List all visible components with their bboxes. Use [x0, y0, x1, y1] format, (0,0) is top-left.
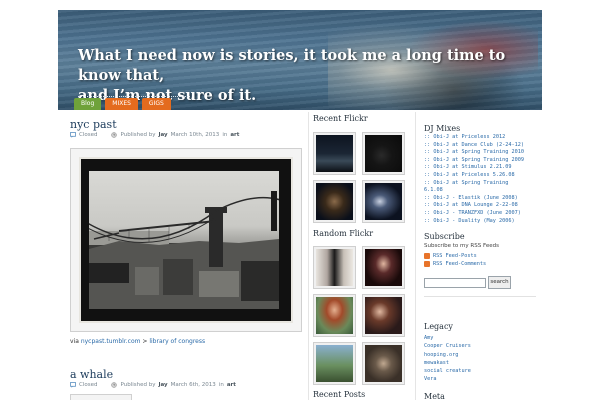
post-title-2[interactable]: a whale	[70, 368, 113, 381]
right-sidebar: DJ Mixes :: Obi-J at Priceless 2012 :: O…	[420, 112, 542, 400]
recent-flickr-heading: Recent Flickr	[313, 114, 368, 123]
dj-mix-link[interactable]: :: Obi-J - Duality (May 2006)	[424, 218, 542, 226]
dj-mixes-list: :: Obi-J at Priceless 2012 :: Obi-J at D…	[424, 134, 542, 225]
legacy-link[interactable]: social creature	[424, 367, 471, 375]
legacy-link[interactable]: Amy	[424, 334, 471, 342]
tab-gigs[interactable]: GIGS	[141, 98, 171, 110]
dj-mix-link[interactable]: :: Obi-J at Stimulus 2.21.09	[424, 164, 542, 172]
dj-mix-link[interactable]: :: Obi-J at Dance Club (2-24-12)	[424, 142, 542, 150]
dj-mix-link[interactable]: :: Obi-J at Spring Training 2009	[424, 157, 542, 165]
flickr-thumb[interactable]	[313, 294, 356, 337]
post-meta: Closed Published by Jay March 10th, 2013…	[70, 132, 239, 138]
photo-scene	[83, 171, 285, 309]
subscribe-text: Subscribe to my RSS Feeds	[424, 243, 499, 249]
bridge-drawing	[83, 191, 285, 309]
legacy-links: Amy Cooper Cruisers hooping.org mewakast…	[424, 334, 471, 384]
post-author[interactable]: Jay	[158, 132, 167, 138]
nav-tabs: Blog MIXES GIGS	[74, 98, 171, 110]
dj-mix-link[interactable]: :: Obi-J at Spring Training	[424, 180, 542, 188]
title-underline	[78, 96, 190, 97]
tab-mixes[interactable]: MIXES	[105, 98, 138, 110]
random-flickr-heading: Random Flickr	[313, 229, 374, 238]
flickr-sidebar: Recent Flickr Random Flickr Recent Posts	[308, 112, 416, 400]
flickr-thumb[interactable]	[362, 180, 405, 223]
post-date: March 6th, 2013	[170, 382, 216, 388]
dj-mix-link[interactable]: :: Obi-J at Priceless 2012	[424, 134, 542, 142]
flickr-thumb[interactable]	[313, 180, 356, 223]
legacy-link[interactable]: hooping.org	[424, 351, 471, 359]
dj-mix-link[interactable]: :: Obi-J at Priceless 5.26.08	[424, 172, 542, 180]
via-label: via	[70, 338, 79, 345]
flickr-thumb[interactable]	[313, 342, 356, 385]
dj-mix-link[interactable]: :: Obi-J - TRANZFXD (June 2007)	[424, 210, 542, 218]
in-label: in	[222, 132, 228, 138]
post-image-frame	[70, 148, 302, 332]
clock-icon	[111, 382, 118, 388]
legacy-link[interactable]: mewakast	[424, 359, 471, 367]
post-author[interactable]: Jay	[158, 382, 167, 388]
published-prefix: Published by	[120, 132, 156, 138]
legacy-link[interactable]: Vera	[424, 375, 471, 383]
flickr-thumb[interactable]	[362, 294, 405, 337]
random-flickr-grid	[313, 246, 405, 385]
clock-icon	[111, 132, 118, 138]
flickr-thumb[interactable]	[362, 342, 405, 385]
meta-heading: Meta	[424, 392, 445, 400]
blog-title-line1: What I need now is stories, it took me a…	[78, 47, 506, 84]
main-content: nyc past Closed Published by Jay March 1…	[58, 112, 306, 400]
dj-mix-link[interactable]: :: Obi-J at Spring Training 2010	[424, 149, 542, 157]
search-input[interactable]	[424, 278, 486, 288]
source-link-library[interactable]: library of congress	[149, 338, 205, 345]
rss-icon	[424, 261, 430, 267]
source-separator: >	[142, 338, 148, 345]
dj-mix-link[interactable]: :: Obi-J at DNA Lounge 2-22-08	[424, 202, 542, 210]
post-title[interactable]: nyc past	[70, 118, 117, 131]
rss-feed-comments-label: RSS Feed-Comments	[433, 261, 487, 267]
source-link-nycpast[interactable]: nycpast.tumblr.com	[81, 338, 141, 345]
post-date: March 10th, 2013	[170, 132, 220, 138]
published-prefix: Published by	[120, 382, 156, 388]
search-button[interactable]: search	[488, 276, 511, 289]
divider	[424, 296, 536, 297]
page: What I need now is stories, it took me a…	[58, 0, 542, 400]
dj-mix-link[interactable]: 6.1.08	[424, 187, 542, 195]
blog-title[interactable]: What I need now is stories, it took me a…	[78, 46, 538, 106]
dj-mix-link[interactable]: :: Obi-J - Elastik (June 2008)	[424, 195, 542, 203]
rss-feed-posts-label: RSS Feed-Posts	[433, 253, 477, 259]
rss-feed-comments[interactable]: RSS Feed-Comments	[424, 261, 486, 267]
blog-header: What I need now is stories, it took me a…	[58, 10, 542, 110]
subscribe-heading: Subscribe	[424, 232, 465, 241]
tab-blog[interactable]: Blog	[74, 98, 102, 110]
post-image-frame-2	[70, 394, 132, 400]
legacy-heading: Legacy	[424, 322, 453, 331]
flickr-thumb[interactable]	[362, 132, 405, 175]
comment-icon	[70, 132, 76, 138]
flickr-thumb[interactable]	[313, 246, 356, 289]
rss-feed-posts[interactable]: RSS Feed-Posts	[424, 253, 477, 259]
legacy-link[interactable]: Cooper Cruisers	[424, 342, 471, 350]
post-meta-2: Closed Published by Jay March 6th, 2013 …	[70, 382, 236, 388]
flickr-thumb[interactable]	[313, 132, 356, 175]
comment-status[interactable]: Closed	[79, 132, 97, 138]
in-label: in	[218, 382, 224, 388]
recent-flickr-grid	[313, 132, 405, 223]
post-category[interactable]: art	[227, 382, 236, 388]
recent-posts-heading: Recent Posts	[313, 390, 366, 399]
post-source: via nycpast.tumblr.com > library of cong…	[70, 338, 205, 345]
bridge-photo[interactable]	[79, 157, 293, 323]
post-category[interactable]: art	[230, 132, 239, 138]
rss-icon	[424, 253, 430, 259]
comment-status[interactable]: Closed	[79, 382, 97, 388]
comment-icon	[70, 382, 76, 388]
flickr-thumb[interactable]	[362, 246, 405, 289]
dj-mixes-heading: DJ Mixes	[424, 124, 461, 133]
